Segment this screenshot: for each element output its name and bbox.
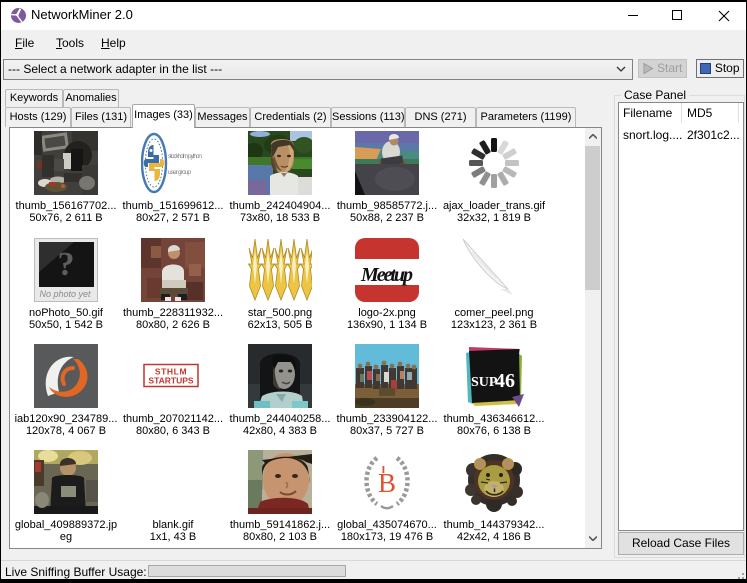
svg-text:46: 46 xyxy=(495,370,515,392)
svg-text:SUP: SUP xyxy=(471,375,498,390)
svg-text:?: ? xyxy=(58,246,75,283)
svg-text:user group: user group xyxy=(168,169,191,176)
svg-text:STARTUPS: STARTUPS xyxy=(148,376,194,386)
svg-text:B: B xyxy=(378,468,396,498)
svg-text:stockholm python: stockholm python xyxy=(168,153,202,160)
svg-text:Meetup: Meetup xyxy=(360,264,413,286)
svg-text:No photo yet: No photo yet xyxy=(39,289,91,299)
